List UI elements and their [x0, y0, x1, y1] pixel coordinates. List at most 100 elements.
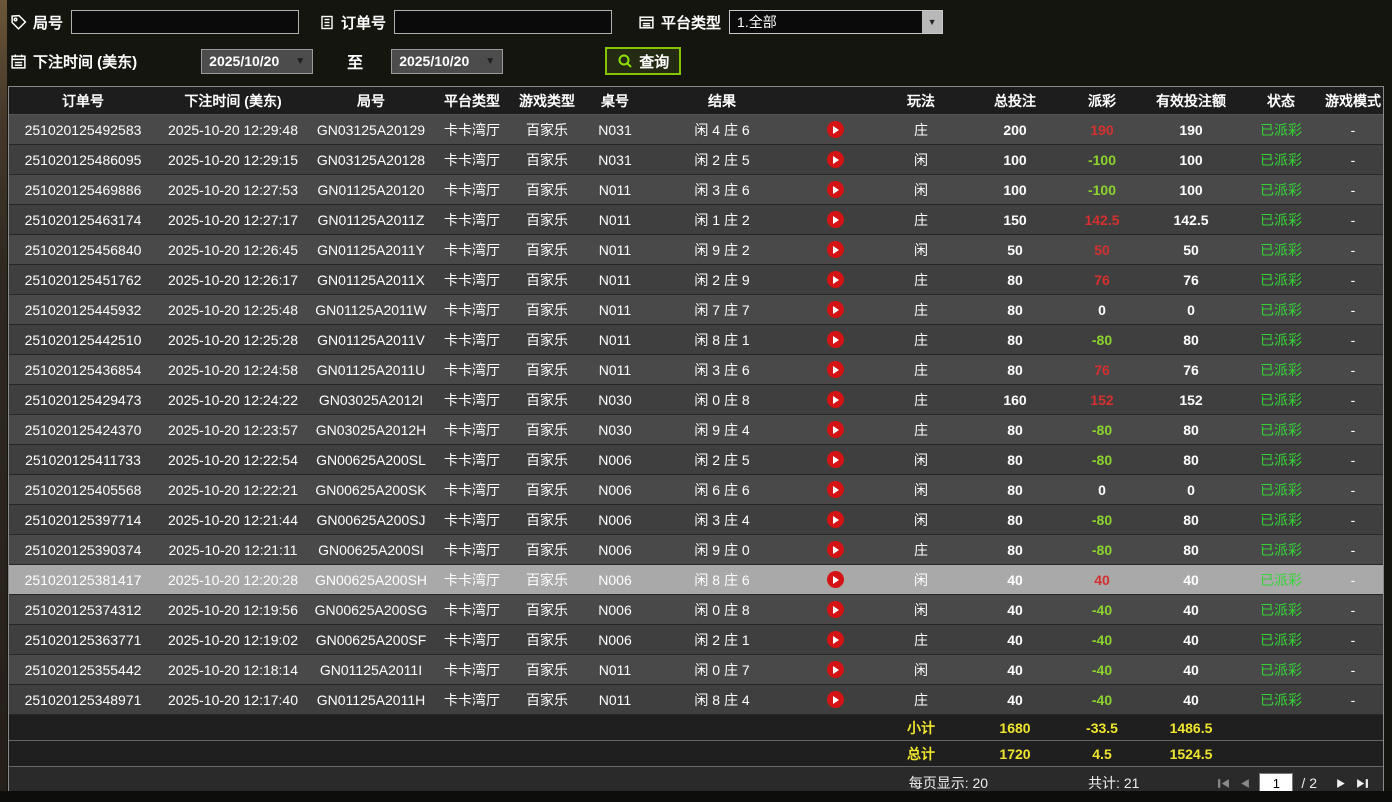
cell-time: 2025-10-20 12:29:15: [168, 151, 298, 168]
total-total-bet: 1720: [999, 745, 1031, 762]
cell-valid: 40: [1183, 571, 1199, 588]
play-video-icon[interactable]: [826, 241, 844, 258]
cell-status: 已派彩: [1260, 421, 1302, 438]
cell-order: 251020125397714: [24, 511, 142, 528]
cell-bet: 闲: [914, 601, 928, 618]
cell-round: GN01125A2011Z: [317, 211, 425, 228]
play-triangle: [833, 605, 839, 614]
table-row[interactable]: 251020125397714 2025-10-20 12:21:44 GN0062…: [9, 505, 1383, 535]
cell-payout: -40: [1091, 601, 1113, 618]
cell-payout: 76: [1094, 271, 1110, 288]
cell-payout: -80: [1091, 331, 1113, 348]
cell-status: 已派彩: [1260, 271, 1302, 288]
table-row[interactable]: 251020125355442 2025-10-20 12:18:14 GN0112…: [9, 655, 1383, 685]
subtotal-total-bet: 1680: [999, 719, 1031, 736]
table-row[interactable]: 251020125348971 2025-10-20 12:17:40 GN0112…: [9, 685, 1383, 715]
table-row[interactable]: 251020125390374 2025-10-20 12:21:11 GN0062…: [9, 535, 1383, 565]
cell-mode: -: [1350, 301, 1356, 318]
last-page-button[interactable]: [1356, 777, 1369, 790]
cell-total: 80: [1007, 301, 1023, 318]
search-icon: [617, 53, 633, 69]
order-input[interactable]: [394, 10, 613, 34]
play-video-icon[interactable]: [826, 481, 844, 498]
play-video-icon[interactable]: [826, 421, 844, 438]
play-video-icon[interactable]: [826, 211, 844, 228]
play-video-icon[interactable]: [826, 571, 844, 588]
play-video-icon[interactable]: [826, 691, 844, 708]
table-row[interactable]: 251020125456840 2025-10-20 12:26:45 GN0112…: [9, 235, 1383, 265]
next-page-button[interactable]: [1335, 777, 1348, 790]
first-page-button[interactable]: [1217, 777, 1230, 790]
cell-result: 闲 0 庄 8: [694, 601, 750, 618]
table-row[interactable]: 251020125445932 2025-10-20 12:25:48 GN0112…: [9, 295, 1383, 325]
cell-platform: 卡卡湾厅: [444, 421, 500, 438]
table-row[interactable]: 251020125486095 2025-10-20 12:29:15 GN0312…: [9, 145, 1383, 175]
play-cell: [797, 535, 873, 564]
order-filter-label: 订单号: [341, 14, 387, 32]
table-row[interactable]: 251020125405568 2025-10-20 12:22:21 GN0062…: [9, 475, 1383, 505]
table-row[interactable]: 251020125442510 2025-10-20 12:25:28 GN0112…: [9, 325, 1383, 355]
cell-game: 百家乐: [526, 481, 568, 498]
table-row[interactable]: 251020125492583 2025-10-20 12:29:48 GN0312…: [9, 115, 1383, 145]
play-cell: [797, 445, 873, 474]
play-video-icon[interactable]: [826, 391, 844, 408]
cell-game: 百家乐: [526, 631, 568, 648]
table-row[interactable]: 251020125363771 2025-10-20 12:19:02 GN0062…: [9, 625, 1383, 655]
cell-table: N011: [598, 361, 632, 378]
column-header: 派彩: [1088, 92, 1116, 109]
play-video-icon[interactable]: [826, 271, 844, 288]
column-header: 下注时间 (美东): [184, 92, 282, 109]
play-triangle: [833, 335, 839, 344]
cell-payout: -80: [1091, 421, 1113, 438]
play-video-icon[interactable]: [826, 541, 844, 558]
platform-select[interactable]: 1.全部 ▼: [729, 10, 944, 34]
table-row[interactable]: 251020125463174 2025-10-20 12:27:17 GN0112…: [9, 205, 1383, 235]
cell-order: 251020125424370: [24, 421, 142, 438]
cell-time: 2025-10-20 12:26:17: [168, 271, 298, 288]
cell-bet: 庄: [914, 331, 928, 348]
page-number-input[interactable]: [1259, 773, 1294, 793]
table-row[interactable]: 251020125411733 2025-10-20 12:22:54 GN0062…: [9, 445, 1383, 475]
cell-result: 闲 2 庄 1: [694, 631, 750, 648]
play-video-icon[interactable]: [826, 181, 844, 198]
table-row[interactable]: 251020125381417 2025-10-20 12:20:28 GN0062…: [9, 565, 1383, 595]
prev-page-button[interactable]: [1238, 777, 1251, 790]
cell-game: 百家乐: [526, 391, 568, 408]
cell-total: 40: [1007, 631, 1023, 648]
date-from-picker[interactable]: 2025/10/20 ▼: [201, 48, 314, 74]
play-video-icon[interactable]: [826, 331, 844, 348]
play-video-icon[interactable]: [826, 511, 844, 528]
cell-valid: 80: [1183, 421, 1199, 438]
play-video-icon[interactable]: [826, 631, 844, 648]
table-row[interactable]: 251020125424370 2025-10-20 12:23:57 GN0302…: [9, 415, 1383, 445]
column-header: 桌号: [601, 92, 629, 109]
table-row[interactable]: 251020125436854 2025-10-20 12:24:58 GN0112…: [9, 355, 1383, 385]
play-video-icon[interactable]: [826, 121, 844, 138]
cell-time: 2025-10-20 12:21:11: [168, 541, 298, 558]
play-video-icon[interactable]: [826, 301, 844, 318]
play-video-icon[interactable]: [826, 661, 844, 678]
play-video-icon[interactable]: [826, 451, 844, 468]
cell-valid: 80: [1183, 451, 1199, 468]
play-video-icon[interactable]: [826, 151, 844, 168]
play-video-icon[interactable]: [826, 361, 844, 378]
subtotal-label: 小计: [907, 719, 935, 736]
cell-table: N006: [598, 631, 632, 648]
round-input[interactable]: [71, 10, 300, 34]
play-video-icon[interactable]: [826, 601, 844, 618]
cell-total: 150: [1003, 211, 1027, 228]
cell-bet: 闲: [914, 511, 928, 528]
cell-status: 已派彩: [1260, 661, 1302, 678]
query-button[interactable]: 查询: [605, 47, 682, 75]
table-row[interactable]: 251020125469886 2025-10-20 12:27:53 GN0112…: [9, 175, 1383, 205]
cell-round: GN01125A20120: [317, 181, 425, 198]
subtotal-row: 小计 1680 -33.5 1486.5: [9, 715, 1383, 741]
cell-table: N006: [598, 601, 632, 618]
table-row[interactable]: 251020125429473 2025-10-20 12:24:22 GN0302…: [9, 385, 1383, 415]
date-to-picker[interactable]: 2025/10/20 ▼: [391, 48, 504, 74]
cell-result: 闲 2 庄 9: [694, 271, 750, 288]
table-row[interactable]: 251020125374312 2025-10-20 12:19:56 GN0062…: [9, 595, 1383, 625]
table-row[interactable]: 251020125451762 2025-10-20 12:26:17 GN0112…: [9, 265, 1383, 295]
cell-table: N006: [598, 451, 632, 468]
cell-valid: 40: [1183, 691, 1199, 708]
